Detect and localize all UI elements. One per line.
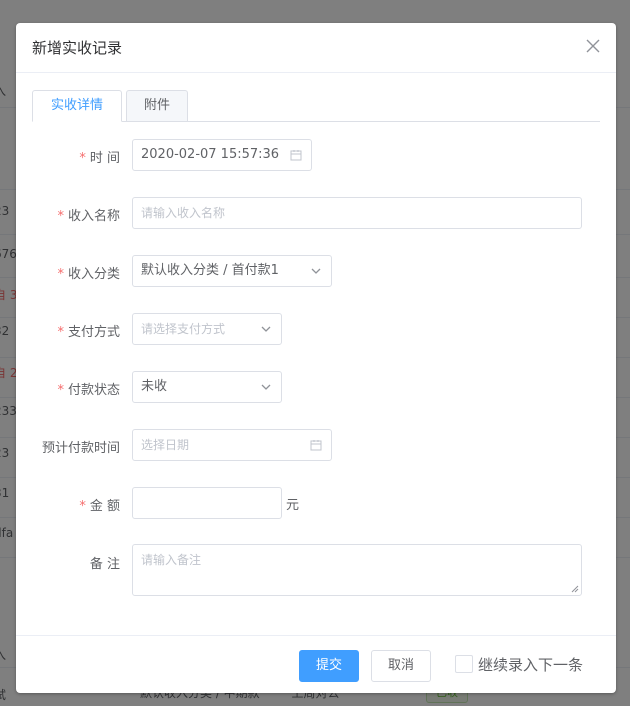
- continue-label[interactable]: 继续录入下一条: [478, 654, 583, 675]
- required-mark: *: [57, 325, 64, 340]
- cancel-button[interactable]: 取消: [371, 650, 431, 682]
- add-income-dialog: 新增实收记录 实收详情 附件 * 时 间 2020-02-07 15:57:36 …: [16, 23, 616, 693]
- income-name-placeholder: 请输入收入名称: [141, 206, 226, 220]
- tab-income-details[interactable]: 实收详情: [32, 90, 122, 122]
- time-label: * 时 间: [79, 147, 120, 166]
- income-name-label: * 收入名称: [57, 205, 120, 224]
- continue-checkbox[interactable]: [455, 655, 473, 673]
- income-category-value: 默认收入分类 / 首付款1: [141, 263, 279, 278]
- form-item-payment-method: * 支付方式 请选择支付方式: [16, 313, 616, 345]
- remark-textarea[interactable]: 请输入备注: [132, 544, 582, 596]
- chevron-down-icon: [261, 326, 271, 332]
- payment-status-select[interactable]: 未收: [132, 371, 282, 403]
- dialog-footer: 提交 取消 继续录入下一条: [16, 635, 616, 693]
- income-category-label-text: 收入分类: [67, 267, 120, 282]
- amount-label-text: 金 额: [89, 499, 120, 514]
- form-item-remark: 备 注 请输入备注: [16, 544, 616, 596]
- submit-button[interactable]: 提交: [299, 650, 359, 682]
- calendar-icon: [290, 150, 302, 161]
- amount-input[interactable]: [132, 487, 282, 519]
- close-icon[interactable]: [586, 39, 600, 53]
- tab-bar: 实收详情 附件: [32, 90, 600, 122]
- required-mark: *: [57, 383, 64, 398]
- payment-method-select[interactable]: 请选择支付方式: [132, 313, 282, 345]
- payment-status-label-text: 付款状态: [67, 383, 120, 398]
- dialog-header: 新增实收记录: [16, 23, 616, 73]
- remark-placeholder: 请输入备注: [141, 553, 202, 567]
- time-value: 2020-02-07 15:57:36: [141, 147, 280, 162]
- income-name-input[interactable]: 请输入收入名称: [132, 197, 582, 229]
- form-item-time: * 时 间 2020-02-07 15:57:36: [16, 139, 616, 171]
- due-date-picker[interactable]: 选择日期: [132, 429, 332, 461]
- required-mark: *: [79, 499, 86, 514]
- required-mark: *: [79, 151, 86, 166]
- form-item-amount: * 金 额 元: [16, 487, 616, 519]
- chevron-down-icon: [261, 384, 271, 390]
- amount-label: * 金 额: [79, 495, 120, 514]
- required-mark: *: [57, 267, 64, 282]
- payment-method-placeholder: 请选择支付方式: [141, 322, 226, 336]
- form-item-payment-status: * 付款状态 未收: [16, 371, 616, 403]
- payment-method-label-text: 支付方式: [67, 325, 120, 340]
- time-datetime-input[interactable]: 2020-02-07 15:57:36: [132, 139, 312, 171]
- income-name-label-text: 收入名称: [67, 209, 120, 224]
- payment-status-label: * 付款状态: [57, 379, 120, 398]
- income-category-label: * 收入分类: [57, 263, 120, 282]
- resize-handle-icon[interactable]: [571, 585, 579, 593]
- due-date-placeholder: 选择日期: [141, 438, 190, 452]
- income-category-select[interactable]: 默认收入分类 / 首付款1: [132, 255, 332, 287]
- due-date-label: 预计付款时间: [41, 441, 120, 456]
- remark-label: 备 注: [89, 557, 120, 572]
- calendar-icon: [310, 440, 322, 451]
- form-item-income-category: * 收入分类 默认收入分类 / 首付款1: [16, 255, 616, 287]
- payment-status-value: 未收: [141, 379, 168, 394]
- amount-unit: 元: [286, 498, 300, 513]
- form-item-due-date: 预计付款时间 选择日期: [16, 429, 616, 461]
- chevron-down-icon: [311, 268, 321, 274]
- required-mark: *: [57, 209, 64, 224]
- time-label-text: 时 间: [89, 151, 120, 166]
- dialog-title: 新增实收记录: [32, 39, 123, 57]
- tab-attachments[interactable]: 附件: [126, 90, 188, 122]
- payment-method-label: * 支付方式: [57, 321, 120, 340]
- form-item-income-name: * 收入名称 请输入收入名称: [16, 197, 616, 229]
